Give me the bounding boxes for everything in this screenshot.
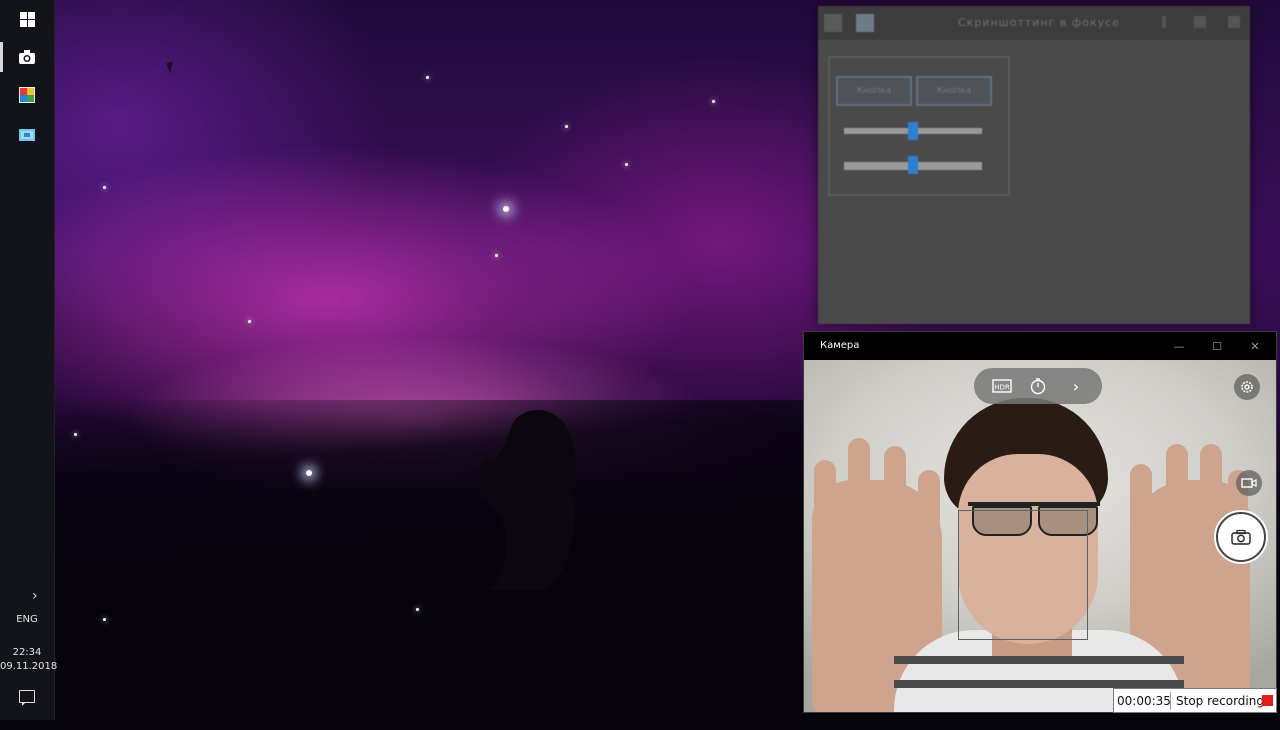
settings-button-2[interactable]: Кнопка <box>916 76 992 106</box>
shutter-ring <box>1216 512 1266 562</box>
star <box>625 163 628 166</box>
recording-separator <box>1170 692 1171 710</box>
settings-titlebar: Скриншоттинг в фокусе <box>818 6 1250 40</box>
finger <box>814 460 836 550</box>
camera-window-title: Камера <box>820 340 860 351</box>
finger <box>1166 444 1188 544</box>
timer-icon <box>1030 378 1046 395</box>
minimize-button[interactable]: — <box>1160 332 1198 360</box>
settings-slider-1[interactable] <box>844 122 982 140</box>
star <box>426 76 429 79</box>
settings-slider-2[interactable] <box>844 156 982 174</box>
settings-tab[interactable] <box>824 14 842 32</box>
star <box>306 470 312 476</box>
mouse-cursor-icon <box>166 61 177 74</box>
camera-viewfinder[interactable]: HDR › <box>804 360 1276 712</box>
settings-tab[interactable] <box>856 14 874 32</box>
taskbar: › ENG 22:34 09.11.2018 <box>0 0 57 720</box>
star <box>565 125 568 128</box>
stop-recording-button[interactable]: Stop recording <box>1176 694 1264 708</box>
star <box>495 254 498 257</box>
taskbar-paint-app[interactable] <box>0 76 54 114</box>
shirt-stripe <box>894 680 1184 688</box>
timer-button[interactable] <box>1026 374 1050 398</box>
close-button[interactable]: ✕ <box>1236 332 1274 360</box>
recording-elapsed-time: 00:00:35 <box>1117 694 1171 708</box>
active-indicator <box>0 42 3 72</box>
finger <box>918 470 940 560</box>
camera-icon <box>19 50 35 64</box>
paint-icon <box>19 87 35 103</box>
taskbar-camera-app[interactable] <box>0 38 54 76</box>
camera-shutter-icon <box>1231 529 1251 545</box>
blurred-settings-window: Скриншоттинг в фокусе Кнопка Кнопка <box>818 6 1250 324</box>
show-hidden-icons-chevron[interactable]: › <box>32 588 38 604</box>
nebula-dark-cloud <box>54 400 814 730</box>
finger <box>1130 464 1152 554</box>
settings-title: Скриншоттинг в фокусе <box>958 16 1120 29</box>
stop-square-icon[interactable] <box>1262 695 1273 706</box>
hdr-icon: HDR <box>992 379 1012 393</box>
face-detection-box <box>958 510 1088 640</box>
camera-titlebar: Камера — ☐ ✕ <box>804 332 1276 360</box>
finger <box>884 446 906 546</box>
svg-text:HDR: HDR <box>994 384 1010 392</box>
settings-control[interactable] <box>1228 16 1240 28</box>
slider-thumb[interactable] <box>908 156 918 174</box>
more-options-chevron[interactable]: › <box>1064 374 1088 398</box>
clock-time[interactable]: 22:34 <box>0 647 54 658</box>
windows-logo-icon <box>19 11 35 27</box>
star <box>248 320 251 323</box>
star <box>503 206 509 212</box>
video-camera-icon <box>1241 478 1257 488</box>
star <box>416 608 419 611</box>
shirt-stripe <box>894 656 1184 664</box>
slider-thumb[interactable] <box>908 122 918 140</box>
video-mode-button[interactable] <box>1236 470 1262 496</box>
start-button[interactable] <box>0 0 54 38</box>
camera-window: Камера — ☐ ✕ HDR › <box>803 331 1277 713</box>
remote-desktop-icon <box>19 129 35 141</box>
clock-date[interactable]: 09.11.2018 <box>0 661 57 672</box>
take-photo-button[interactable] <box>1214 510 1268 564</box>
action-center-icon[interactable] <box>19 690 35 706</box>
maximize-button[interactable]: ☐ <box>1198 332 1236 360</box>
recording-control-bar: 00:00:35 Stop recording <box>1113 688 1277 713</box>
star <box>103 186 106 189</box>
taskbar-remote-desktop-app[interactable] <box>0 116 54 154</box>
star <box>74 433 77 436</box>
settings-control[interactable] <box>1162 16 1166 28</box>
horsehead-nebula-silhouette <box>477 410 576 590</box>
camera-toolbar: HDR › <box>974 368 1102 404</box>
hdr-button[interactable]: HDR <box>990 374 1014 398</box>
language-indicator[interactable]: ENG <box>0 614 54 625</box>
finger <box>848 438 870 538</box>
settings-button-1[interactable]: Кнопка <box>836 76 912 106</box>
gear-icon <box>1241 381 1253 393</box>
star <box>103 618 106 621</box>
star <box>712 100 715 103</box>
camera-settings-button[interactable] <box>1234 374 1260 400</box>
settings-control[interactable] <box>1194 16 1206 28</box>
